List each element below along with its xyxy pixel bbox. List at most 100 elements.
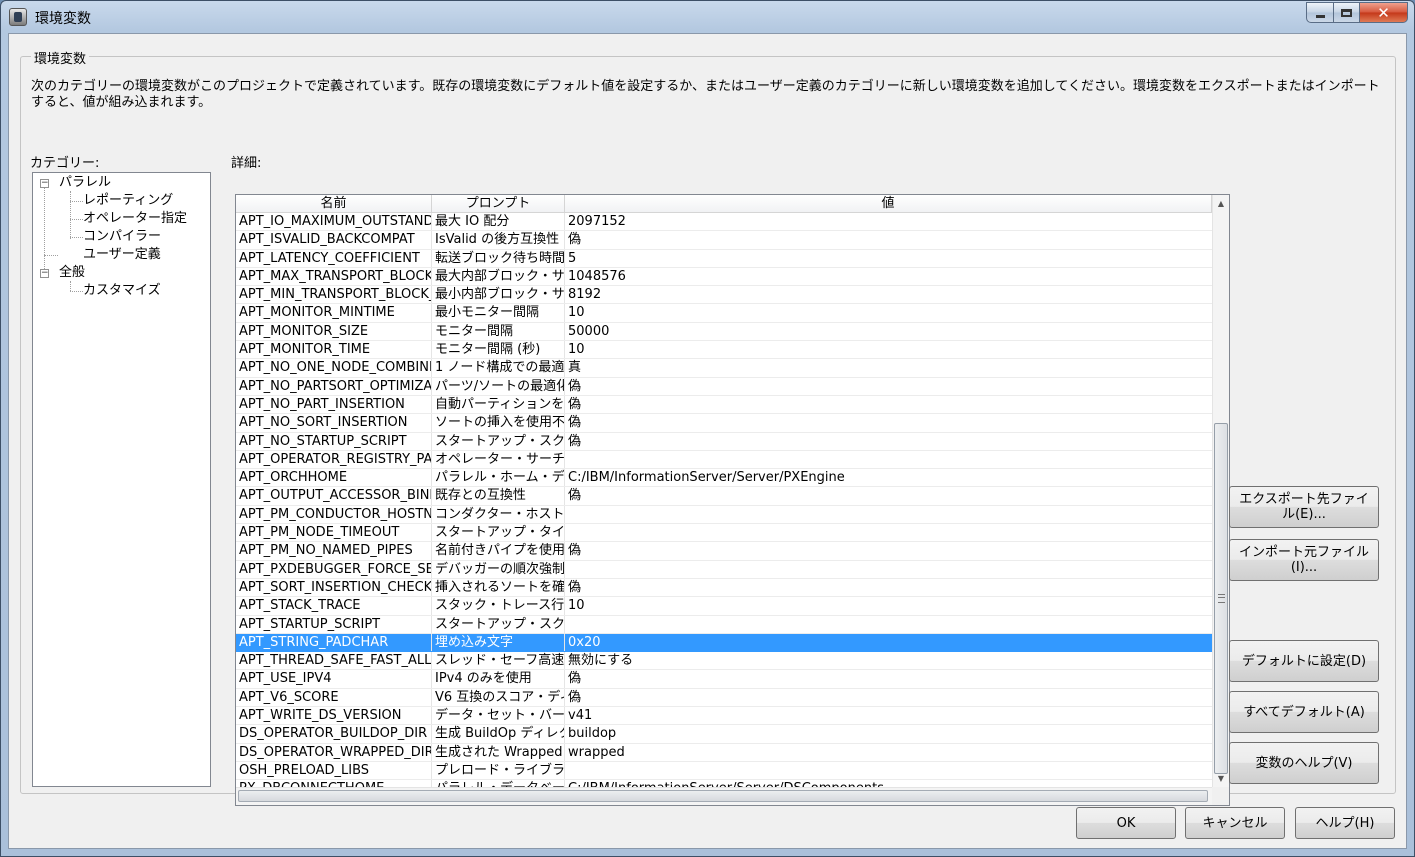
table-row[interactable]: APT_PM_NODE_TIMEOUTスタートアップ・タイムアウト xyxy=(236,524,1212,543)
import-button[interactable]: インポート元ファイル(I)... xyxy=(1229,539,1379,581)
variable-help-button[interactable]: 変数のヘルプ(V) xyxy=(1229,742,1379,784)
cell-name: APT_THREAD_SAFE_FAST_ALLOC xyxy=(236,652,432,670)
tree-guide-line xyxy=(70,281,71,291)
horizontal-scrollbar-thumb[interactable] xyxy=(238,790,1208,802)
cell-name: APT_V6_SCORE xyxy=(236,688,432,707)
table-row[interactable]: APT_ORCHHOMEパラレル・ホーム・ディレクトリーC:/IBM/Infor… xyxy=(236,469,1212,488)
close-button[interactable]: ✕ xyxy=(1360,2,1408,23)
tree-guide-line xyxy=(70,237,83,238)
title-bar[interactable]: 環境変数 ✕ xyxy=(1,1,1414,33)
column-header-value[interactable]: 値 xyxy=(565,195,1212,213)
ok-button[interactable]: OK xyxy=(1076,807,1176,839)
table-row[interactable]: APT_PM_NO_NAMED_PIPES名前付きパイプを使用不可偽 xyxy=(236,542,1212,561)
cell-name: APT_MONITOR_SIZE xyxy=(236,322,432,341)
table-row[interactable]: APT_NO_PART_INSERTION自動パーティションを使用偽 xyxy=(236,395,1212,415)
cell-value: 2097152 xyxy=(568,214,626,229)
set-default-button[interactable]: デフォルトに設定(D) xyxy=(1229,640,1379,682)
minimize-button[interactable] xyxy=(1306,2,1334,23)
table-row[interactable]: APT_MAX_TRANSPORT_BLOCK_SIZE最大内部ブロック・サイズ… xyxy=(236,267,1212,287)
cell-name: APT_STACK_TRACE xyxy=(236,597,432,615)
cell-name: DS_OPERATOR_WRAPPED_DIR xyxy=(236,743,432,761)
help-button[interactable]: ヘルプ(H) xyxy=(1295,807,1395,839)
cell-name: APT_NO_PART_INSERTION xyxy=(236,395,432,414)
cell-name: APT_IO_MAXIMUM_OUTSTANDING xyxy=(236,213,432,231)
table-row[interactable]: APT_LATENCY_COEFFICIENT 転送ブロック待ち時間 5 xyxy=(236,249,1212,268)
cell-value: 8192 xyxy=(568,287,602,303)
table-row[interactable]: APT_STACK_TRACE スタック・トレース行数 10 xyxy=(236,597,1212,616)
cell-prompt: 生成された Wrapped ディレクトリー xyxy=(432,743,565,761)
category-tree[interactable]: − パラレル レポーティング オペレーター指定 コンパイラー ユーザー定義 − 全般 カスタマイ… xyxy=(32,172,211,787)
caption-buttons: ✕ xyxy=(1306,2,1408,23)
cell-name: APT_PM_NODE_TIMEOUT xyxy=(236,524,432,542)
categories-label: カテゴリー: xyxy=(30,156,100,171)
table-row[interactable]: APT_USE_IPV4 IPv4 のみを使用偽 xyxy=(236,670,1212,689)
table-row[interactable]: APT_NO_PARTSORT_OPTIMIZATIONパーツ/ソートの最適化偽 xyxy=(236,377,1212,396)
table-row[interactable]: DS_OPERATOR_WRAPPED_DIR生成された Wrapped ディレ… xyxy=(236,743,1212,762)
tree-item[interactable]: レポーティング xyxy=(83,192,173,210)
table-row[interactable]: APT_OPERATOR_REGISTRY_PATHオペレーター・サーチ・パス xyxy=(236,450,1212,470)
cell-value: C:/IBM/InformationServer/Server/PXEngine xyxy=(568,470,845,486)
table-row[interactable]: APT_SORT_INSERTION_CHECK_ONLY挿入されるソートを確認… xyxy=(236,578,1212,598)
table-row[interactable]: APT_PM_CONDUCTOR_HOSTNAMEコンダクター・ホスト名 xyxy=(236,505,1212,525)
cell-name: APT_ORCHHOME xyxy=(236,469,432,487)
table-row[interactable]: APT_V6_SCOREV6 互換のスコア・ディレクトリー偽 xyxy=(236,688,1212,708)
cell-name: APT_PM_NO_NAMED_PIPES xyxy=(236,542,432,560)
table-row[interactable]: APT_IO_MAXIMUM_OUTSTANDING最大 IO 配分209715… xyxy=(236,213,1212,232)
table-row[interactable]: APT_NO_ONE_NODE_COMBINING 1 ノード構成での最適化真 xyxy=(236,359,1212,378)
cell-value: 偽 xyxy=(568,579,582,595)
table-row[interactable]: APT_STARTUP_SCRIPTスタートアップ・スクリプト xyxy=(236,615,1212,634)
cell-name: DS_OPERATOR_BUILDOP_DIR xyxy=(236,725,432,743)
cell-prompt: IPv4 のみを使用 xyxy=(432,670,565,688)
scroll-down-arrow-icon[interactable]: ▼ xyxy=(1213,770,1229,787)
vertical-scrollbar[interactable]: ▲ ▼ xyxy=(1212,195,1229,787)
tree-item[interactable]: 全般 xyxy=(59,264,85,282)
maximize-button[interactable] xyxy=(1334,2,1360,23)
cell-prompt: コンダクター・ホスト名 xyxy=(432,505,565,524)
table-row[interactable]: APT_MONITOR_MINTIME 最小モニター間隔 10 xyxy=(236,304,1212,323)
table-row-selected[interactable]: APT_STRING_PADCHAR 埋め込み文字 0x20 xyxy=(236,633,1212,653)
column-header-name[interactable]: 名前 xyxy=(236,195,432,213)
table-row[interactable]: APT_MIN_TRANSPORT_BLOCK_SIZE最小内部ブロック・サイズ… xyxy=(236,286,1212,305)
maximize-icon xyxy=(1341,8,1352,17)
scrollbar-thumb[interactable] xyxy=(1214,423,1228,774)
table-row[interactable]: APT_MONITOR_TIME モニター間隔 (秒) 10 xyxy=(236,341,1212,360)
cell-prompt: 最大内部ブロック・サイズ xyxy=(432,267,565,286)
table-row[interactable]: APT_PXDEBUGGER_FORCE_SEQUENTIALデバッガーの順次強… xyxy=(236,560,1212,579)
tree-collapse-icon[interactable]: − xyxy=(40,179,49,188)
tree-collapse-icon[interactable]: − xyxy=(40,269,49,278)
cell-prompt: 自動パーティションを使用 xyxy=(432,395,565,414)
export-button[interactable]: エクスポート先ファイル(E)... xyxy=(1229,486,1379,528)
tree-guide-line xyxy=(70,291,83,292)
cell-prompt: プレロード・ライブラリー xyxy=(432,761,565,780)
listview-rows: APT_IO_MAXIMUM_OUTSTANDING最大 IO 配分209715… xyxy=(236,213,1212,799)
cell-value: 5 xyxy=(568,250,577,266)
cell-prompt: オペレーター・サーチ・パス xyxy=(432,450,565,469)
horizontal-scrollbar[interactable] xyxy=(236,787,1212,805)
details-listview[interactable]: 名前プロンプト値 APT_IO_MAXIMUM_OUTSTANDING最大 IO… xyxy=(235,194,1230,806)
tree-item[interactable]: カスタマイズ xyxy=(83,282,161,300)
table-row[interactable]: APT_NO_STARTUP_SCRIPTスタートアップ・スクリプト偽 xyxy=(236,432,1212,451)
cancel-button[interactable]: キャンセル xyxy=(1185,807,1285,839)
column-header-prompt[interactable]: プロンプト xyxy=(432,195,565,213)
table-row[interactable]: APT_ISVALID_BACKCOMPAT IsValid の後方互換性偽 xyxy=(236,231,1212,250)
cell-prompt: ソートの挿入を使用不可 xyxy=(432,414,565,432)
tree-item[interactable]: コンパイラー xyxy=(83,228,161,246)
scroll-up-arrow-icon[interactable]: ▲ xyxy=(1213,195,1229,212)
cell-name: APT_NO_STARTUP_SCRIPT xyxy=(236,432,432,450)
table-row[interactable]: APT_MONITOR_SIZE モニター間隔 50000 xyxy=(236,322,1212,342)
table-row[interactable]: APT_NO_SORT_INSERTION ソートの挿入を使用不可偽 xyxy=(236,414,1212,433)
tree-item[interactable]: パラレル xyxy=(59,174,111,192)
cell-value: 偽 xyxy=(568,396,582,412)
table-row[interactable]: APT_THREAD_SAFE_FAST_ALLOCスレッド・セーフ高速割り当て… xyxy=(236,652,1212,671)
table-row[interactable]: OSH_PRELOAD_LIBSプレロード・ライブラリー xyxy=(236,761,1212,781)
minimize-icon xyxy=(1315,15,1325,18)
tree-item[interactable]: ユーザー定義 xyxy=(83,246,161,264)
table-row[interactable]: APT_OUTPUT_ACCESSOR_BINDING既存との互換性偽 xyxy=(236,487,1212,506)
tree-item[interactable]: オペレーター指定 xyxy=(83,210,187,228)
table-row[interactable]: APT_WRITE_DS_VERSIONデータ・セット・バージョンv41 xyxy=(236,707,1212,726)
cell-name: APT_NO_PARTSORT_OPTIMIZATION xyxy=(236,377,432,395)
all-default-button[interactable]: すべてデフォルト(A) xyxy=(1229,691,1379,733)
table-row[interactable]: DS_OPERATOR_BUILDOP_DIR生成 BuildOp ディレクトリ… xyxy=(236,725,1212,744)
cell-prompt: スレッド・セーフ高速割り当て xyxy=(432,652,565,670)
cell-prompt: スタック・トレース行数 xyxy=(432,597,565,615)
